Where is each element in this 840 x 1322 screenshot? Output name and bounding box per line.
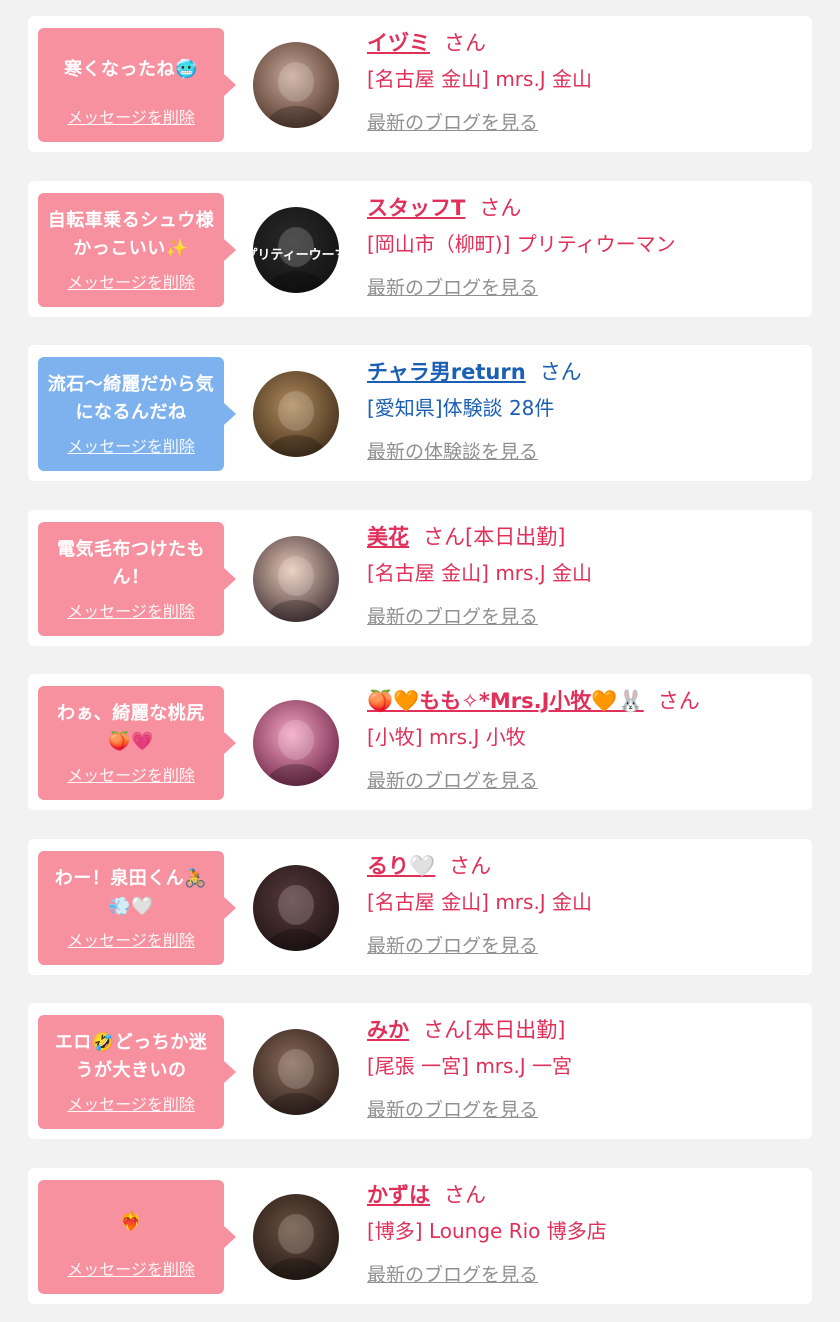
name-row: イヅミ さん — [367, 28, 802, 58]
user-info: 🍑🧡もも✧*Mrs.J小牧🧡🐰 さん [小牧] mrs.J 小牧 最新のブログを見… — [367, 686, 802, 794]
user-name-link[interactable]: イヅミ — [367, 31, 430, 55]
user-name-link[interactable]: かずは — [367, 1183, 430, 1207]
woman-portrait-avatar[interactable] — [253, 536, 339, 622]
status-badge: [本日出勤] — [465, 1018, 566, 1042]
delete-message-link[interactable]: メッセージを削除 — [46, 269, 216, 293]
message-bubble: 電気毛布つけたもん！ メッセージを削除 — [38, 522, 236, 636]
delete-message-link[interactable]: メッセージを削除 — [46, 927, 216, 951]
shop-info: [尾張 一宮] mrs.J 一宮 — [367, 1054, 573, 1078]
shop-info: [博多] Lounge Rio 博多店 — [367, 1219, 607, 1243]
message-text: 自転車乗るシュウ様かっこいい✨ — [47, 210, 215, 259]
name-row: 美花 さん[本日出勤] — [367, 522, 802, 552]
user-info: イヅミ さん [名古屋 金山] mrs.J 金山 最新のブログを見る — [367, 28, 802, 136]
view-latest-link[interactable]: 最新のブログを見る — [367, 768, 538, 794]
message-card: 自転車乗るシュウ様かっこいい✨ メッセージを削除 プリティーウーマ スタッフT さ… — [28, 181, 812, 317]
message-text: わぁ、綺麗な桃尻🍑💗 — [57, 703, 205, 752]
delete-message-link[interactable]: メッセージを削除 — [46, 1256, 216, 1280]
woman-hair-clip-avatar[interactable] — [253, 42, 339, 128]
name-row: かずは さん — [367, 1180, 802, 1210]
message-text: 電気毛布つけたもん！ — [57, 539, 205, 588]
delete-message-link[interactable]: メッセージを削除 — [46, 598, 216, 622]
message-bubble: ❤️‍🔥 メッセージを削除 — [38, 1180, 236, 1294]
honorific: さん — [539, 360, 582, 384]
pretty-woman-logo-avatar[interactable]: プリティーウーマ — [253, 207, 339, 293]
delete-message-link[interactable]: メッセージを削除 — [46, 1091, 216, 1115]
honorific: さん — [657, 689, 700, 713]
message-bubble: 自転車乗るシュウ様かっこいい✨ メッセージを削除 — [38, 193, 236, 307]
message-card: エロ🤣どっちか迷うが大きいの メッセージを削除 みか さん[本日出勤] [尾張 … — [28, 1003, 812, 1139]
view-latest-link[interactable]: 最新のブログを見る — [367, 604, 538, 630]
message-card: わー！泉田くん🚴💨🤍 メッセージを削除 るり🤍 さん [名古屋 金山] mrs.… — [28, 839, 812, 975]
honorific: さん — [479, 196, 522, 220]
view-latest-link[interactable]: 最新の体験談を見る — [367, 439, 538, 465]
view-latest-link[interactable]: 最新のブログを見る — [367, 1097, 538, 1123]
shop-info: [岡山市（柳町)] プリティウーマン — [367, 232, 676, 256]
message-card: わぁ、綺麗な桃尻🍑💗 メッセージを削除 🍑🧡もも✧*Mrs.J小牧🧡🐰 さん [… — [28, 674, 812, 810]
message-text: ❤️‍🔥 — [119, 1211, 143, 1232]
view-latest-link[interactable]: 最新のブログを見る — [367, 275, 538, 301]
message-bubble: エロ🤣どっちか迷うが大きいの メッセージを削除 — [38, 1015, 236, 1129]
view-latest-link[interactable]: 最新のブログを見る — [367, 933, 538, 959]
avatar-logo-text: プリティーウーマ — [253, 247, 339, 262]
user-name-link[interactable]: 🍑🧡もも✧*Mrs.J小牧🧡🐰 — [367, 689, 644, 713]
user-info: みか さん[本日出勤] [尾張 一宮] mrs.J 一宮 最新のブログを見る — [367, 1015, 802, 1123]
shop-info: [名古屋 金山] mrs.J 金山 — [367, 67, 593, 91]
message-bubble: わー！泉田くん🚴💨🤍 メッセージを削除 — [38, 851, 236, 965]
honorific: さん — [449, 854, 492, 878]
message-bubble: 流石〜綺麗だから気になるんだね メッセージを削除 — [38, 357, 236, 471]
shop-info: [名古屋 金山] mrs.J 金山 — [367, 561, 593, 585]
user-info: 美花 さん[本日出勤] [名古屋 金山] mrs.J 金山 最新のブログを見る — [367, 522, 802, 630]
honorific: さん — [444, 31, 486, 55]
shop-info: [愛知県]体験談 28件 — [367, 396, 555, 420]
message-card: 電気毛布つけたもん！ メッセージを削除 美花 さん[本日出勤] [名古屋 金山]… — [28, 510, 812, 646]
honorific: さん — [423, 525, 465, 549]
message-card: ❤️‍🔥 メッセージを削除 かずはさん [博多] Loun — [28, 1168, 812, 1304]
user-name-link[interactable]: るり🤍 — [367, 854, 435, 878]
name-row: 🍑🧡もも✧*Mrs.J小牧🧡🐰 さん — [367, 686, 802, 716]
cat-sticker-avatar[interactable] — [253, 1029, 339, 1115]
user-info: かずは さん [博多] Lounge Rio 博多店 最新のブログを見る — [367, 1180, 802, 1288]
shop-info: [小牧] mrs.J 小牧 — [367, 725, 526, 749]
message-card: 流石〜綺麗だから気になるんだね メッセージを削除 チャラ男return さん [… — [28, 345, 812, 481]
message-bubble: 寒くなったね🥶 メッセージを削除 — [38, 28, 236, 142]
user-name-link[interactable]: チャラ男return — [367, 360, 526, 384]
message-list: 寒くなったね🥶 メッセージを削除 イヅミ さん [名古屋 金山] mrs.J 金… — [0, 0, 840, 1322]
message-card: 寒くなったね🥶 メッセージを削除 イヅミ さん [名古屋 金山] mrs.J 金… — [28, 16, 812, 152]
user-name-link[interactable]: スタッフT — [367, 196, 465, 220]
user-info: チャラ男return さん [愛知県]体験談 28件 最新の体験談を見る — [367, 357, 802, 465]
message-text: わー！泉田くん🚴💨🤍 — [54, 868, 208, 917]
name-row: チャラ男return さん — [367, 357, 802, 387]
name-row: スタッフT さん — [367, 193, 802, 223]
pink-light-avatar[interactable] — [253, 700, 339, 786]
heart-face-avatar[interactable] — [253, 865, 339, 951]
name-row: みか さん[本日出勤] — [367, 1015, 802, 1045]
message-text: 寒くなったね🥶 — [64, 59, 198, 80]
message-bubble: わぁ、綺麗な桃尻🍑💗 メッセージを削除 — [38, 686, 236, 800]
message-text: 流石〜綺麗だから気になるんだね — [47, 374, 215, 423]
user-name-link[interactable]: 美花 — [367, 525, 409, 549]
braided-hair-avatar[interactable] — [253, 1194, 339, 1280]
honorific: さん — [444, 1183, 486, 1207]
delete-message-link[interactable]: メッセージを削除 — [46, 762, 216, 786]
user-info: スタッフT さん [岡山市（柳町)] プリティウーマン 最新のブログを見る — [367, 193, 802, 301]
delete-message-link[interactable]: メッセージを削除 — [46, 433, 216, 457]
delete-message-link[interactable]: メッセージを削除 — [46, 104, 216, 128]
name-row: るり🤍 さん — [367, 851, 802, 881]
shop-info: [名古屋 金山] mrs.J 金山 — [367, 890, 593, 914]
status-badge: [本日出勤] — [465, 525, 566, 549]
view-latest-link[interactable]: 最新のブログを見る — [367, 110, 538, 136]
user-name-link[interactable]: みか — [367, 1018, 409, 1042]
message-text: エロ🤣どっちか迷うが大きいの — [54, 1032, 208, 1081]
honorific: さん — [423, 1018, 465, 1042]
user-info: るり🤍 さん [名古屋 金山] mrs.J 金山 最新のブログを見る — [367, 851, 802, 959]
view-latest-link[interactable]: 最新のブログを見る — [367, 1262, 538, 1288]
food-table-avatar[interactable] — [253, 371, 339, 457]
